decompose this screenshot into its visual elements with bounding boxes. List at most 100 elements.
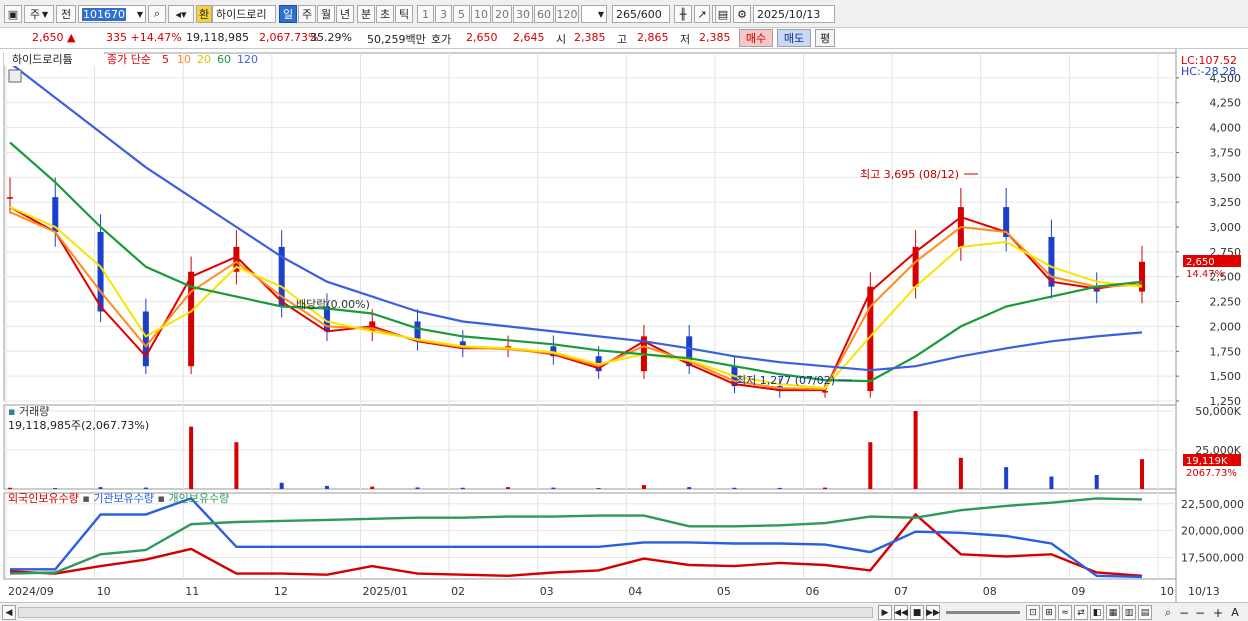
price-panel-title[interactable]: 하이드로리튬 <box>12 52 73 66</box>
overlay-icon[interactable]: ◧ <box>1090 605 1104 620</box>
tab-second[interactable]: 초 <box>376 5 394 23</box>
scroll-left-icon[interactable]: ◀ <box>2 605 16 620</box>
tab-tick[interactable]: 틱 <box>395 5 413 23</box>
indicator-icon[interactable]: ≈ <box>1058 605 1072 620</box>
print-icon[interactable]: ▤ <box>1138 605 1152 620</box>
text-size-icon[interactable]: A <box>1228 605 1242 620</box>
chevron-down-icon: ▼ <box>41 9 49 19</box>
minute-option-60[interactable]: 60 <box>534 5 554 23</box>
x-tick-label: 11 <box>185 585 199 598</box>
eval-button[interactable]: 평 <box>815 29 835 47</box>
x-tick-label: 02 <box>451 585 465 598</box>
rewind-icon[interactable]: ◀◀ <box>894 605 908 620</box>
candle-type-icon[interactable]: ╫ <box>674 5 692 23</box>
minute-option-1[interactable]: 1 <box>417 5 434 23</box>
price-series <box>7 62 1145 398</box>
zoom-in-icon[interactable]: + <box>1212 605 1224 620</box>
count-field[interactable]: 265/600 <box>612 5 670 23</box>
market-select[interactable]: 주 ▼ <box>24 5 54 23</box>
scroll-right-icon[interactable]: ▶ <box>878 605 892 620</box>
stock-name-field[interactable]: 하이드로리 <box>212 5 276 23</box>
current-change-tag: 14.47% <box>1186 269 1224 280</box>
window-menu-icon[interactable]: ▣ <box>4 5 22 23</box>
layout-icon[interactable]: ▥ <box>1122 605 1136 620</box>
current-volume-pct-tag: 2067.73% <box>1186 468 1237 479</box>
zoom-out-icon[interactable]: − <box>1178 605 1190 620</box>
stop-icon[interactable]: ■ <box>910 605 924 620</box>
current-price-tag-text: 2,650 <box>1186 257 1215 268</box>
calendar-icon[interactable] <box>8 69 22 83</box>
price-chart[interactable]: 2024/09 10 11 12 2025/01 02 03 04 05 06 07 08 09 10 10… <box>0 49 1248 602</box>
scroll-track[interactable] <box>18 607 873 618</box>
x-tick-label: 2025/01 <box>362 585 408 598</box>
stock-code-value: 101670 <box>82 7 126 21</box>
date-input[interactable]: 2025/10/13 <box>753 5 835 23</box>
open-label: 시 <box>556 33 567 46</box>
zoom-fit-icon[interactable]: ⊡ <box>1026 605 1040 620</box>
x-tick-label: 12 <box>274 585 288 598</box>
ma60-line <box>9 141 1143 383</box>
minute-option-120[interactable]: 120 <box>555 5 579 23</box>
price-tick-label: 2,000 <box>1210 320 1242 333</box>
prev-button[interactable]: 전 <box>56 5 76 23</box>
legend-foreign: 외국인보유수량 <box>8 492 79 505</box>
price-tick-label: 1,750 <box>1210 345 1242 358</box>
sell-button[interactable]: 매도 <box>777 29 811 47</box>
search-icon[interactable]: ⌕ <box>148 5 166 23</box>
minute-option-30[interactable]: 30 <box>513 5 533 23</box>
legend-institution: 기관보유수량 <box>93 492 154 505</box>
gear-icon[interactable]: ⚙ <box>733 5 751 23</box>
x-tick-label: 04 <box>628 585 642 598</box>
ma-label: 종가 단순 <box>107 53 151 66</box>
tab-monthly[interactable]: 월 <box>317 5 335 23</box>
tab-weekly[interactable]: 주 <box>298 5 316 23</box>
volume-panel-title[interactable]: ▪ 거래량 <box>8 405 49 418</box>
ma60-label: 60 <box>217 53 231 66</box>
volume-bar <box>823 487 828 489</box>
legend-individual: 개인보유수량 <box>169 492 230 505</box>
collapse-icon[interactable]: − <box>1194 605 1206 620</box>
quote-label: 호가 <box>431 33 452 46</box>
volume-bar <box>641 485 646 489</box>
candle-body <box>822 391 829 393</box>
ma10-label: 10 <box>177 53 191 66</box>
grid-icon[interactable]: ▦ <box>1106 605 1120 620</box>
draw-tool-icon[interactable]: ↗ <box>694 5 710 23</box>
high-price: 2,865 <box>637 31 669 44</box>
volume-bar <box>370 486 375 489</box>
holding-line-0 <box>9 512 1143 578</box>
zoom-slider[interactable] <box>946 611 1020 614</box>
tab-yearly[interactable]: 년 <box>336 5 354 23</box>
forward-icon[interactable]: ▶▶ <box>926 605 940 620</box>
volume-subtitle: 19,118,985주(2,067.73%) <box>8 419 149 432</box>
ma5-label: 5 <box>162 53 169 66</box>
tab-daily[interactable]: 일 <box>279 5 297 23</box>
search-icon[interactable]: ⌕ <box>1162 605 1174 620</box>
volume-bar <box>1094 474 1099 489</box>
minute-option-5[interactable]: 5 <box>453 5 470 23</box>
interval-select[interactable]: ▼ <box>581 5 607 23</box>
price-tick-label: 1,500 <box>1210 370 1242 383</box>
price-tick-label: 3,500 <box>1210 171 1242 184</box>
buy-button[interactable]: 매수 <box>739 29 773 47</box>
minute-option-10[interactable]: 10 <box>471 5 491 23</box>
quote-info-bar: 2,650 ▲ 335 +14.47% 19,118,985 2,067.73%… <box>0 28 1248 49</box>
volume-bar <box>506 487 511 489</box>
tab-minute[interactable]: 분 <box>357 5 375 23</box>
ma10-line <box>9 211 1143 391</box>
volume-bar <box>551 487 556 489</box>
ma120-label: 120 <box>237 53 258 66</box>
save-icon[interactable]: ▤ <box>715 5 731 23</box>
minute-option-3[interactable]: 3 <box>435 5 452 23</box>
zoom-range-icon[interactable]: ⊞ <box>1042 605 1056 620</box>
current-volume-tag-text: 19,119K <box>1186 456 1228 467</box>
turnover-pct: 35.29% <box>310 31 352 44</box>
volume-bar <box>777 487 782 489</box>
volume-bar <box>596 488 601 489</box>
stock-code-input[interactable]: 101670 ▼ <box>78 5 146 23</box>
speaker-icon[interactable]: ◂▾ <box>168 5 194 23</box>
minute-option-20[interactable]: 20 <box>492 5 512 23</box>
x-tick-label: 03 <box>540 585 554 598</box>
compare-icon[interactable]: ⇄ <box>1074 605 1088 620</box>
current-price: 2,650 ▲ <box>32 31 76 44</box>
